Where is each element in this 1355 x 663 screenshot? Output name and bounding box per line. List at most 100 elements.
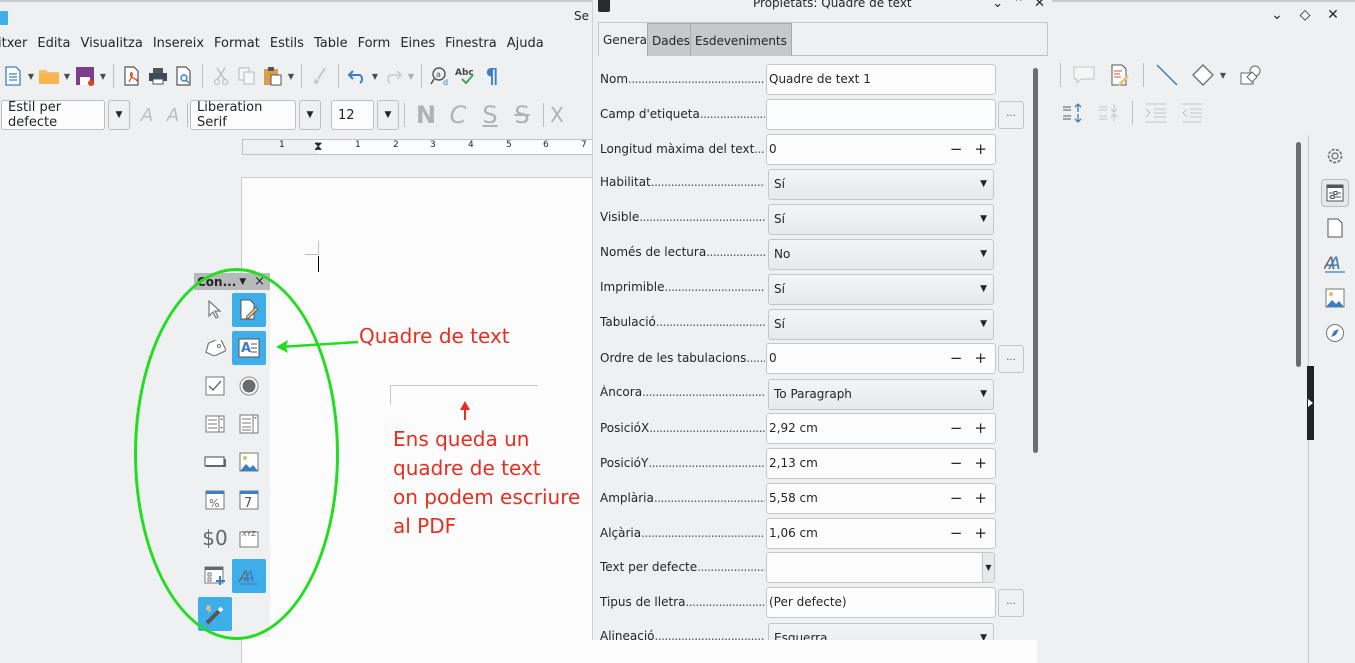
read-only-select[interactable]: No ▼	[768, 239, 994, 270]
width-spinbox[interactable]: 5,58 cm − +	[766, 483, 996, 514]
pattern-field-button[interactable]: XYZ	[232, 521, 266, 555]
increment-button[interactable]: +	[974, 519, 987, 548]
paragraph-style-dropdown[interactable]: ▼	[108, 100, 130, 130]
height-spinbox[interactable]: 1,06 cm − +	[766, 518, 996, 549]
menu-fitxer[interactable]: itxer	[0, 32, 32, 56]
insert-shape-button[interactable]	[1238, 62, 1264, 88]
insert-comment-button[interactable]	[1071, 62, 1097, 88]
dialog-minimize-button[interactable]: ⌄	[992, 0, 1003, 11]
sidebar-styles-button[interactable]: AA	[1324, 252, 1346, 274]
menu-finestra[interactable]: Finestra	[440, 32, 502, 56]
sidebar-navigator-button[interactable]	[1324, 322, 1346, 344]
menu-insereix[interactable]: Insereix	[148, 32, 209, 56]
check-box-button[interactable]	[198, 369, 232, 403]
tab-esdeveniments[interactable]: Esdeveniments	[690, 23, 792, 56]
bold-button[interactable]: N	[410, 101, 442, 129]
chevron-down-icon[interactable]: ▼	[982, 553, 994, 582]
paragraph-style-select[interactable]: Estil per defecte	[1, 100, 105, 130]
decrement-button[interactable]: −	[950, 519, 963, 548]
close-button[interactable]: ✕	[1325, 6, 1341, 24]
print-button[interactable]	[145, 63, 171, 89]
new-document-button[interactable]	[0, 63, 26, 89]
horizontal-ruler[interactable]: 1 ⧗ 1 2 3 4 5 6 7	[242, 139, 597, 155]
save-dropdown-caret[interactable]: ▼	[98, 72, 108, 81]
menu-edita[interactable]: Edita	[32, 32, 75, 56]
table-control-button[interactable]	[198, 559, 232, 593]
export-pdf-button[interactable]	[119, 63, 145, 89]
sidebar-settings-button[interactable]	[1324, 145, 1346, 167]
indent-marker[interactable]: ⧗	[314, 139, 322, 154]
open-dropdown-caret[interactable]: ▼	[62, 72, 72, 81]
close-toolbar-button[interactable]: ×	[254, 274, 265, 289]
font-size-dropdown[interactable]: ▼	[377, 100, 399, 130]
dialog-titlebar[interactable]: Propietats: Quadre de text ⌄ ⌃ ✕	[593, 0, 1052, 14]
wizards-button[interactable]	[198, 597, 232, 631]
font-browse-button[interactable]: ...	[998, 589, 1024, 617]
sidebar-gallery-button[interactable]	[1324, 287, 1346, 309]
spelling-button[interactable]: Abc	[453, 63, 479, 89]
label-field-input[interactable]	[766, 99, 996, 130]
tabstop-select[interactable]: Sí ▼	[768, 309, 994, 340]
font-size-select[interactable]: 12	[331, 100, 374, 130]
name-field[interactable]: Quadre de text 1	[766, 64, 996, 95]
formatted-field-button[interactable]: %	[198, 483, 232, 517]
menu-visualitza[interactable]: Visualitza	[76, 32, 148, 56]
underline-button[interactable]: S	[474, 101, 506, 129]
minimize-button[interactable]: ⌄	[1269, 6, 1285, 24]
redo-button[interactable]	[380, 63, 406, 89]
printable-select[interactable]: Sí ▼	[768, 274, 994, 305]
option-button-button[interactable]	[232, 369, 266, 403]
sidebar-properties-button[interactable]	[1321, 179, 1349, 207]
max-length-spinbox[interactable]: 0 − +	[766, 134, 996, 165]
menu-table[interactable]: Table	[309, 32, 353, 56]
copy-button[interactable]	[234, 63, 260, 89]
tab-order-browse-button[interactable]: ...	[998, 345, 1024, 373]
paste-button[interactable]	[260, 63, 286, 89]
print-preview-button[interactable]	[171, 63, 197, 89]
italic-button[interactable]: C	[442, 101, 474, 129]
combo-box-button[interactable]	[232, 407, 266, 441]
push-button-button[interactable]	[198, 445, 232, 479]
redo-dropdown-caret[interactable]: ▼	[406, 72, 416, 81]
sidebar-page-button[interactable]	[1324, 217, 1346, 239]
maximize-button[interactable]: ◇	[1297, 6, 1313, 24]
position-x-spinbox[interactable]: 2,92 cm − +	[766, 413, 996, 444]
new-dropdown-caret[interactable]: ▼	[26, 72, 36, 81]
alignment-select[interactable]: Esquerra ▼	[768, 623, 994, 640]
menu-estils[interactable]: Estils	[265, 32, 309, 56]
increment-button[interactable]: +	[974, 135, 987, 164]
paste-dropdown-caret[interactable]: ▼	[286, 72, 296, 81]
visible-select[interactable]: Sí ▼	[768, 204, 994, 235]
form-controls-header[interactable]: Con... ▼ ×	[194, 273, 270, 290]
list-box-button[interactable]	[198, 407, 232, 441]
basic-shapes-button[interactable]	[1190, 62, 1216, 88]
increase-paragraph-spacing-button[interactable]	[1060, 100, 1086, 126]
label-field-button[interactable]	[198, 331, 232, 365]
strikethrough-button[interactable]: S	[506, 101, 538, 129]
sidebar-collapse-handle[interactable]	[1307, 366, 1314, 440]
image-button-button[interactable]	[232, 445, 266, 479]
undo-button[interactable]	[344, 63, 370, 89]
select-tool-button[interactable]	[198, 293, 232, 327]
undo-dropdown-caret[interactable]: ▼	[370, 72, 380, 81]
decrease-paragraph-spacing-button[interactable]	[1096, 100, 1122, 126]
currency-field-button[interactable]: $0	[198, 521, 232, 555]
open-button[interactable]	[36, 63, 62, 89]
insert-line-button[interactable]	[1154, 62, 1180, 88]
menu-format[interactable]: Format	[209, 32, 265, 56]
enabled-select[interactable]: Sí ▼	[768, 169, 994, 200]
font-name-select[interactable]: Liberation Serif	[190, 100, 296, 130]
shapes-dropdown-caret[interactable]: ▼	[1218, 71, 1228, 80]
tab-dades[interactable]: Dades	[647, 23, 695, 56]
formatting-marks-button[interactable]: ¶	[479, 63, 505, 89]
superscript-button[interactable]: X	[549, 103, 565, 127]
label-field-browse-button[interactable]: ...	[998, 101, 1024, 129]
font-name-dropdown[interactable]: ▼	[299, 100, 321, 130]
track-changes-button[interactable]	[1107, 62, 1133, 88]
cut-button[interactable]	[208, 63, 234, 89]
decrement-button[interactable]: −	[950, 414, 963, 443]
dialog-scrollbar[interactable]	[1033, 68, 1038, 453]
menu-form[interactable]: Form	[353, 32, 396, 56]
find-replace-button[interactable]: ad	[427, 63, 453, 89]
update-style-button[interactable]: A	[134, 102, 160, 128]
